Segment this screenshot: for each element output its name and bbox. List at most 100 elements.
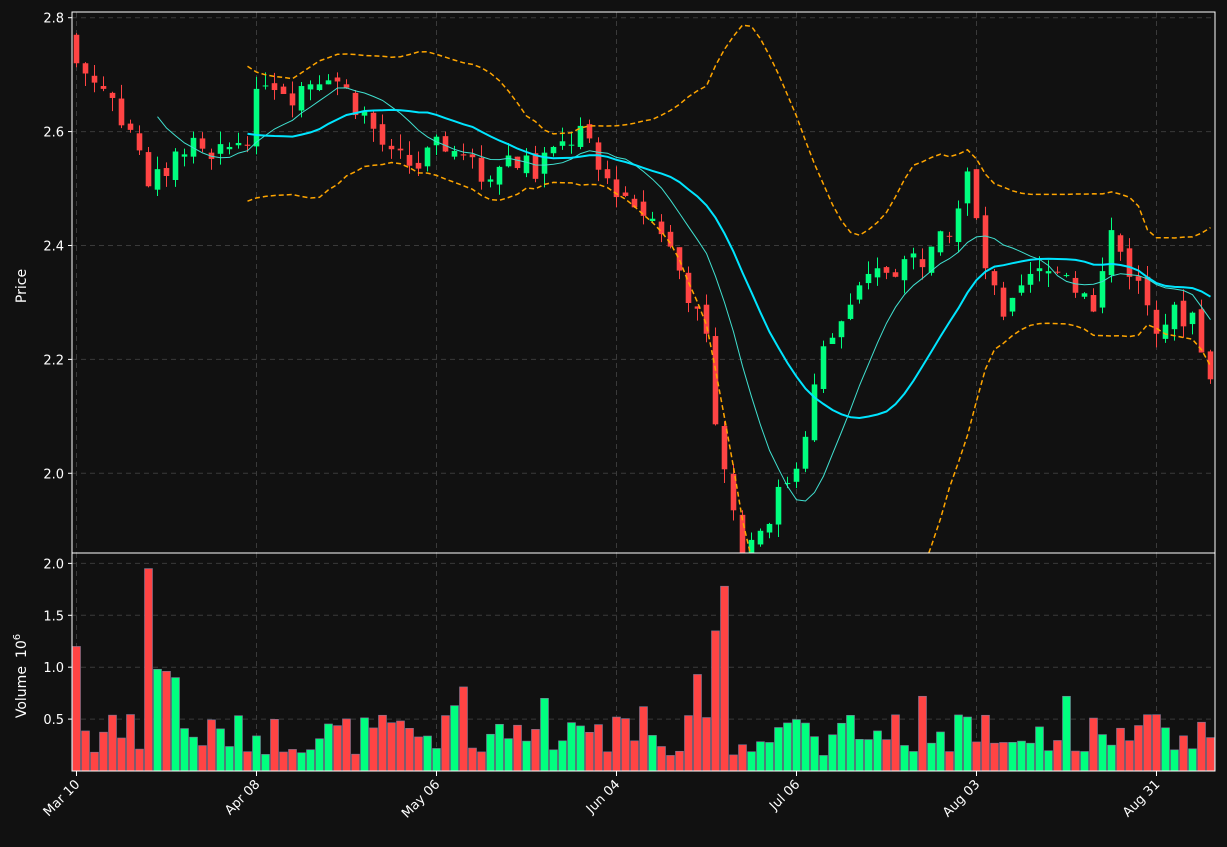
volume-bar	[603, 751, 612, 772]
volume-bar	[783, 722, 792, 772]
candle-body	[901, 259, 908, 281]
candle-body	[973, 169, 980, 219]
volume-bar	[90, 751, 99, 772]
volume-bar	[99, 731, 108, 772]
candle-body	[100, 86, 107, 89]
volume-bar	[414, 736, 423, 772]
candle-body	[1171, 304, 1178, 330]
volume-bar	[558, 740, 567, 772]
volume-bar	[1206, 737, 1215, 772]
candle-body	[127, 123, 134, 130]
volume-bar	[315, 738, 324, 772]
volume-bar	[630, 740, 639, 772]
candle-body	[145, 152, 152, 187]
volume-bar	[162, 671, 171, 772]
candle-body	[307, 84, 314, 90]
volume-bar	[594, 724, 603, 772]
volume-bar	[729, 754, 738, 772]
candle-body	[244, 144, 251, 146]
volume-bar	[774, 727, 783, 772]
volume-bar	[927, 742, 936, 772]
candle-body	[838, 321, 845, 338]
volume-bar	[585, 731, 594, 772]
candle-body	[325, 80, 332, 85]
volume-bar	[1197, 721, 1206, 772]
volume-bar	[846, 715, 855, 772]
volume-bar	[324, 723, 333, 772]
candle-body	[523, 155, 530, 174]
candle-body	[1162, 324, 1169, 339]
volume-bar	[405, 728, 414, 772]
candle-body	[343, 84, 350, 88]
candle-body	[1081, 293, 1088, 297]
volume-bar	[855, 739, 864, 772]
candle-body	[712, 336, 719, 425]
chart-svg: Price Volume 106 2.0 2.2 2.4 2.6 2.8 0.5 1.0 1.5…	[12, 11, 1216, 821]
x-tick-label: Jul 06	[766, 777, 803, 814]
volume-bar	[261, 754, 270, 772]
candle-body	[1018, 285, 1025, 293]
volume-bar	[1017, 740, 1026, 772]
volume-bar	[909, 751, 918, 772]
price-tick-label: 2.6	[43, 126, 64, 141]
volume-bar	[396, 720, 405, 772]
volume-bar	[549, 749, 558, 772]
volume-bar	[981, 714, 990, 772]
candle-body	[136, 133, 143, 151]
volume-bar	[1008, 742, 1017, 772]
volume-bar	[918, 695, 927, 772]
candle-body	[397, 148, 404, 151]
volume-bar	[702, 717, 711, 772]
volume-bar	[234, 715, 243, 772]
volume-bar	[207, 719, 216, 772]
volume-axis-label: Volume 106	[12, 634, 30, 718]
volume-bar	[747, 751, 756, 772]
candle-body	[892, 272, 899, 277]
volume-bar	[387, 722, 396, 772]
candle-body	[1000, 287, 1007, 317]
volume-bar	[126, 714, 135, 772]
candle-body	[460, 154, 467, 156]
candle-body	[982, 215, 989, 269]
volume-bar	[450, 705, 459, 772]
candle-body	[1027, 273, 1034, 285]
volume-bar	[1107, 744, 1116, 772]
candle-body	[73, 34, 80, 64]
volume-axis-label-text: Volume	[14, 666, 30, 718]
volume-bar	[540, 698, 549, 772]
candle-body	[280, 86, 287, 95]
volume-bar	[459, 686, 468, 772]
candle-body	[1126, 248, 1133, 277]
volume-bar	[756, 741, 765, 772]
volume-bar	[576, 725, 585, 772]
candle-body	[118, 98, 125, 126]
candle-body	[199, 138, 206, 149]
volume-bar	[612, 716, 621, 772]
volume-bar	[216, 728, 225, 772]
volume-bar	[279, 751, 288, 772]
candle-body	[658, 221, 665, 235]
price-tick-label: 2.2	[43, 353, 64, 368]
volume-bar	[675, 750, 684, 772]
candle-body	[172, 151, 179, 180]
volume-bar	[1161, 727, 1170, 772]
volume-bar	[1089, 717, 1098, 772]
volume-bar	[945, 751, 954, 772]
candle-body	[289, 93, 296, 106]
candle-body	[1207, 351, 1214, 380]
candle-body	[109, 92, 116, 98]
candle-body	[919, 259, 926, 268]
volume-bar	[792, 719, 801, 772]
price-tick-label: 2.4	[43, 239, 64, 254]
candle-body	[424, 147, 431, 167]
candle-body	[379, 124, 386, 145]
volume-bar	[990, 742, 999, 772]
candle-body	[946, 235, 953, 237]
candle-body	[559, 141, 566, 146]
candle-body	[1180, 300, 1187, 327]
candle-body	[82, 63, 89, 74]
x-tick-label: Aug 31	[1120, 777, 1163, 820]
candle-body	[1054, 271, 1061, 273]
volume-bar	[513, 724, 522, 772]
candle-body	[622, 192, 629, 196]
